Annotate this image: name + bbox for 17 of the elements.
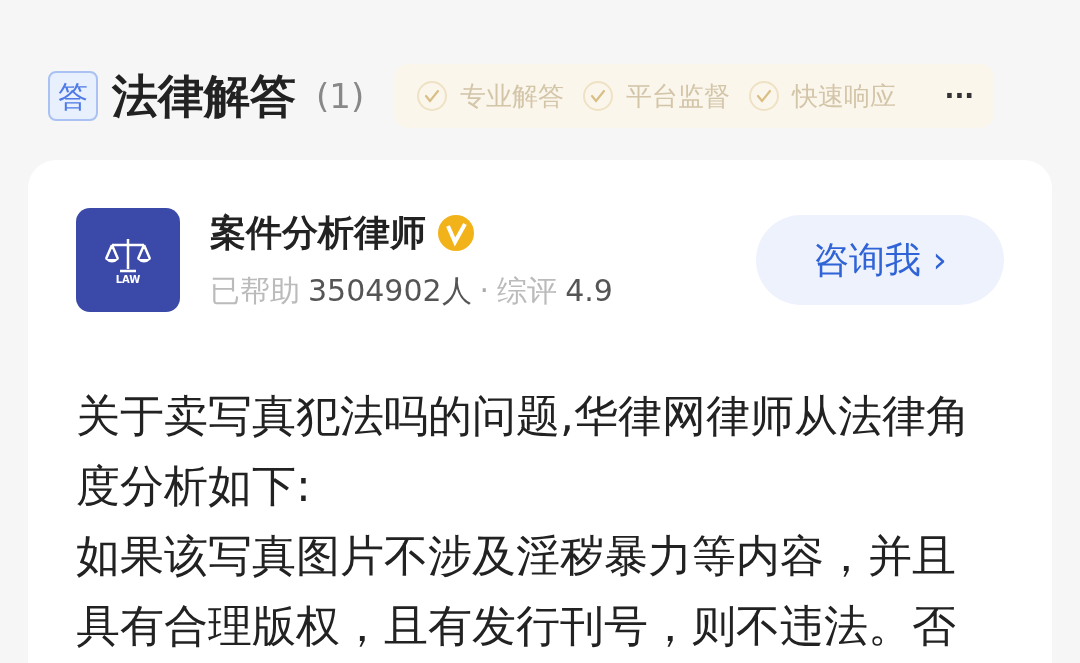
answer-paragraph: 关于卖写真犯法吗的问题,华律网律师从法律角度分析如下: xyxy=(76,389,971,513)
answer-paragraph: 如果该写真图片不涉及淫秽暴力等内容，并且具有合理版权，且有发行刊号，则不违法。否 xyxy=(76,529,957,653)
rating-value: 4.9 xyxy=(565,272,613,310)
feature-label: 快速响应 xyxy=(792,79,897,113)
separator: · xyxy=(479,272,490,310)
more-button[interactable]: ··· xyxy=(944,76,975,116)
rating-label: 综评 xyxy=(497,272,558,310)
answer-count: (1) xyxy=(316,74,365,118)
helped-label: 已帮助 xyxy=(210,272,300,310)
feature-label: 平台监督 xyxy=(626,79,731,113)
section-title: 法律解答 xyxy=(112,67,296,125)
helped-count: 3504902人 xyxy=(308,272,472,310)
logo-text: LAW xyxy=(115,274,141,285)
consult-button[interactable]: 咨询我 › xyxy=(756,214,1004,305)
feature-label: 专业解答 xyxy=(460,79,565,113)
lawyer-name: 案件分析律师 xyxy=(210,211,426,255)
answer-badge: 答 xyxy=(48,71,98,121)
